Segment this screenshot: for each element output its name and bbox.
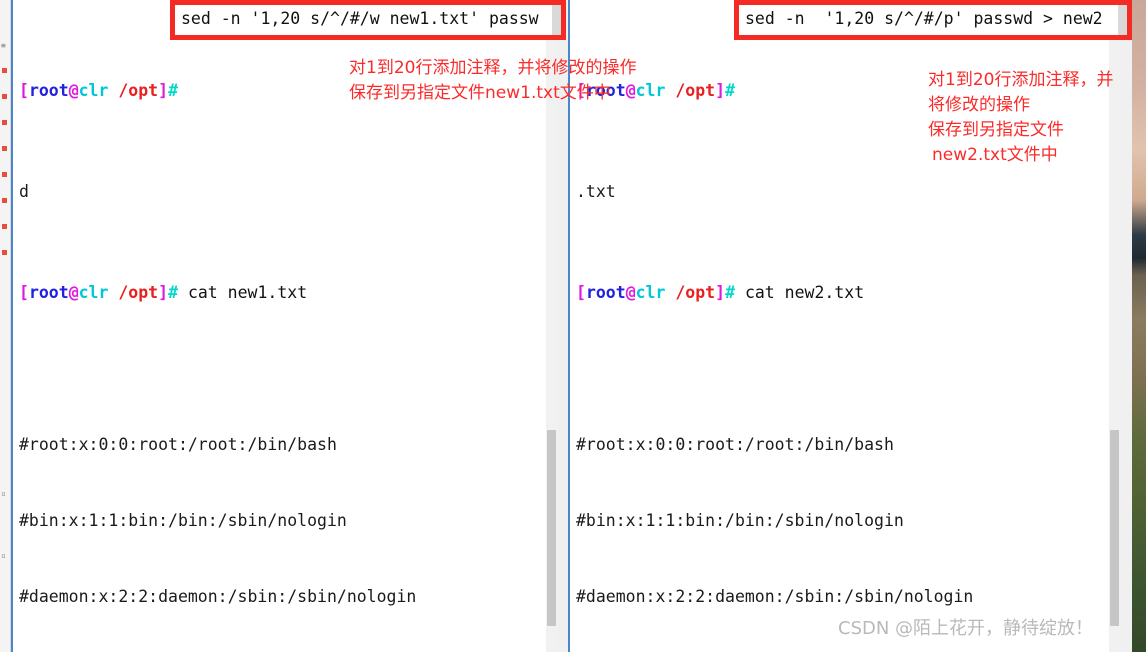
terminal-shell: ≡ ▫ ▫ [root@clr /opt]# d [root@clr /opt]… <box>0 0 1132 652</box>
left-annotation-line-1: 对1到20行添加注释，并将修改的操作 <box>349 58 637 78</box>
screenshot-root: ≡ ▫ ▫ [root@clr /opt]# d [root@clr /opt]… <box>0 0 1146 652</box>
output-line: #bin:x:1:1:bin:/bin:/sbin/nologin <box>19 510 347 530</box>
prompt-close-bracket: ] <box>715 80 726 100</box>
right-annotation-line-4: new2.txt文件中 <box>932 145 1058 165</box>
left-highlight-scroll-stub <box>552 5 561 35</box>
prompt-at: @ <box>68 283 79 303</box>
prompt-open-bracket: [ <box>19 80 29 100</box>
prompt-close-bracket: ] <box>158 283 169 303</box>
gutter-marker-small[interactable]: ▫ <box>1 552 6 560</box>
terminal-pane-right[interactable]: [root@clr /opt]# .txt [root@clr /opt]# c… <box>568 0 1120 652</box>
left-pane-scrollbar-thumb[interactable] <box>547 430 556 626</box>
gutter-marker[interactable] <box>2 94 7 99</box>
prompt-hash: # <box>168 80 178 100</box>
prompt-line-2: [root@clr /opt]# cat new1.txt <box>19 280 545 305</box>
command-cat: cat new1.txt <box>178 283 307 302</box>
right-highlight-scroll-stub <box>1118 5 1127 35</box>
prompt-hash: # <box>725 283 735 303</box>
right-pane-scrollbar-thumb[interactable] <box>1110 430 1119 626</box>
right-pane-scrollbar[interactable] <box>1109 0 1120 652</box>
gutter-marker[interactable] <box>2 250 7 255</box>
gutter-menu-icon[interactable]: ≡ <box>1 42 6 50</box>
prompt-at: @ <box>625 80 636 100</box>
command-wrap-line: .txt <box>576 182 616 202</box>
gutter-marker[interactable] <box>2 120 7 125</box>
right-annotation-line-1: 对1到20行添加注释，并 <box>928 70 1114 90</box>
prompt-user: root <box>28 283 69 303</box>
desktop-wallpaper <box>1132 0 1146 652</box>
command-cat: cat new2.txt <box>735 283 864 302</box>
prompt-host: clr <box>78 283 109 303</box>
command-cat-text: cat new2.txt <box>744 283 865 303</box>
prompt-path: /opt <box>118 283 159 303</box>
right-annotation-line-2: 将修改的操作 <box>928 95 1030 115</box>
left-command-text: sed -n '1,20 s/^/#/w new1.txt' passw <box>181 9 539 28</box>
prompt-hash: # <box>168 283 178 303</box>
output-line: #root:x:0:0:root:/root:/bin/bash <box>576 435 894 455</box>
output-block-right: #root:x:0:0:root:/root:/bin/bash #bin:x:… <box>576 381 1108 652</box>
marker-gutter[interactable]: ≡ ▫ ▫ <box>0 0 11 652</box>
gutter-marker[interactable] <box>2 224 7 229</box>
prompt-user: root <box>585 283 626 303</box>
prompt-at: @ <box>68 80 79 100</box>
left-annotation-line-2: 保存到另指定文件new1.txt文件中 <box>349 83 611 103</box>
prompt-close-bracket: ] <box>715 283 726 303</box>
output-line: #bin:x:1:1:bin:/bin:/sbin/nologin <box>576 510 904 530</box>
prompt-path: /opt <box>675 283 716 303</box>
prompt-open-bracket: [ <box>19 283 29 303</box>
command-wrap-line: d <box>19 182 29 202</box>
csdn-watermark: CSDN @陌上花开，静待绽放！ <box>838 618 1094 639</box>
prompt-host: clr <box>78 80 109 100</box>
output-block-left: #root:x:0:0:root:/root:/bin/bash #bin:x:… <box>19 381 545 652</box>
prompt-user: root <box>28 80 69 100</box>
gutter-marker[interactable] <box>2 172 7 177</box>
prompt-close-bracket: ] <box>158 80 169 100</box>
prompt-at: @ <box>625 283 636 303</box>
gutter-marker-small[interactable]: ▫ <box>1 490 6 498</box>
gutter-marker[interactable] <box>2 68 7 73</box>
right-command-text: sed -n '1,20 s/^/#/p' passwd > new2 <box>745 9 1103 28</box>
prompt-hash: # <box>725 80 735 100</box>
output-line: #daemon:x:2:2:daemon:/sbin:/sbin/nologin <box>19 586 417 606</box>
prompt-open-bracket: [ <box>576 283 586 303</box>
command-cat-text: cat new1.txt <box>187 283 308 303</box>
prompt-path: /opt <box>118 80 159 100</box>
output-line: #daemon:x:2:2:daemon:/sbin:/sbin/nologin <box>576 586 974 606</box>
prompt-line-2: [root@clr /opt]# cat new2.txt <box>576 280 1108 305</box>
prompt-host: clr <box>635 283 666 303</box>
right-annotation-line-3: 保存到另指定文件 <box>928 120 1064 140</box>
output-line: #root:x:0:0:root:/root:/bin/bash <box>19 435 337 455</box>
gutter-marker[interactable] <box>2 146 7 151</box>
prompt-host: clr <box>635 80 666 100</box>
gutter-marker[interactable] <box>2 198 7 203</box>
prompt-path: /opt <box>675 80 716 100</box>
